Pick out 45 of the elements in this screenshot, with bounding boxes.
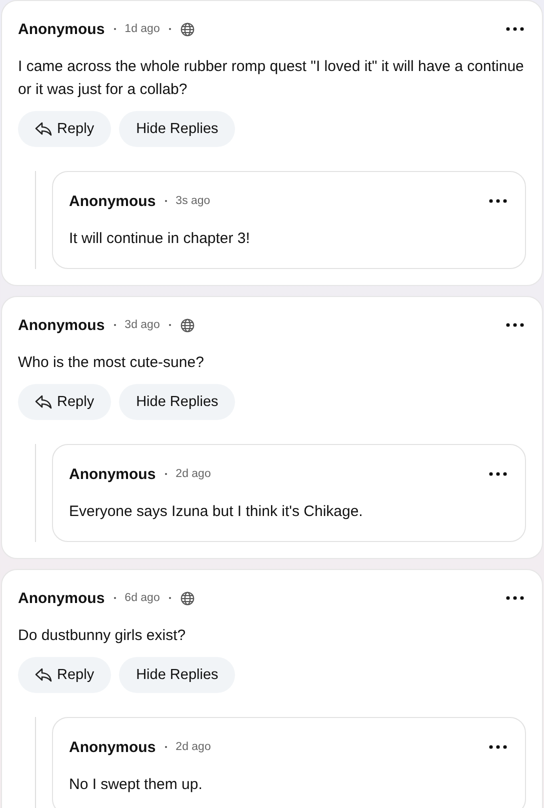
reply-button[interactable]: Reply (18, 111, 112, 147)
reply-text: No I swept them up. (69, 775, 204, 795)
author-name: Anonymous (69, 192, 156, 210)
timestamp: 2d ago (176, 468, 211, 480)
author-name: Anonymous (18, 316, 105, 334)
separator-dot (168, 324, 171, 326)
separator-dot (114, 28, 116, 30)
timestamp: 3d ago (124, 319, 160, 331)
reply-text: It will continue in chapter 3! (69, 229, 251, 249)
hide-replies-button[interactable]: Hide Replies (119, 384, 236, 420)
globe-icon (180, 318, 195, 332)
reply-icon (35, 668, 52, 682)
reply-text: Everyone says Izuna but I think it's Chikage. (69, 502, 364, 522)
more-options-icon[interactable] (489, 745, 507, 749)
more-options-icon[interactable] (506, 323, 524, 327)
more-options-icon[interactable] (506, 596, 524, 600)
timestamp: 6d ago (124, 592, 160, 604)
reply-button[interactable]: Reply (18, 657, 112, 693)
author-name: Anonymous (18, 20, 105, 38)
reply-button[interactable]: Reply (18, 384, 112, 420)
author-name: Anonymous (18, 590, 105, 606)
globe-icon (180, 590, 195, 606)
timestamp: 2d ago (176, 741, 211, 753)
globe-icon (180, 22, 195, 36)
hide-replies-button[interactable]: Hide Replies (119, 657, 236, 693)
separator-dot (164, 473, 167, 475)
separator-dot (114, 597, 116, 599)
more-options-icon[interactable] (489, 199, 507, 203)
timestamp: 3s ago (176, 195, 210, 207)
reply-icon (35, 395, 52, 409)
more-options-icon[interactable] (489, 472, 507, 476)
separator-dot (168, 597, 171, 599)
timestamp: 1d ago (124, 23, 160, 35)
more-options-icon[interactable] (506, 27, 524, 31)
author-name: Anonymous (69, 466, 156, 482)
comment-text: Do dustbunny girls exist? (18, 626, 187, 646)
separator-dot (164, 200, 167, 202)
comment-text: Who is the most cute-sune? (18, 353, 205, 373)
author-name: Anonymous (69, 738, 156, 756)
separator-dot (168, 28, 171, 30)
separator-dot (164, 746, 167, 748)
hide-replies-button[interactable]: Hide Replies (119, 111, 236, 147)
separator-dot (114, 324, 116, 326)
reply-icon (35, 122, 52, 136)
comment-text: I came across the whole rubber romp quest "I loved it" it will have a continue or it was just for a collab? (18, 57, 525, 100)
